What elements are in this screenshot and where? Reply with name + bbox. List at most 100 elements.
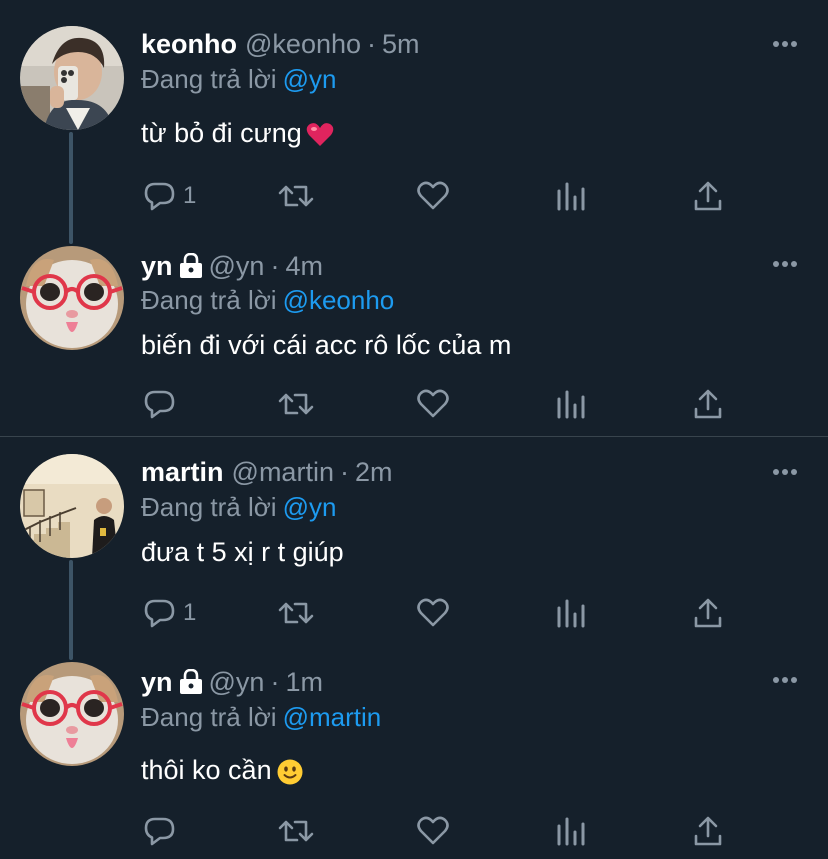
share-button[interactable] — [691, 176, 725, 216]
reply-count: 1 — [183, 182, 197, 209]
reply-button[interactable]: 1 — [143, 593, 196, 633]
slight-smile-emoji — [277, 759, 303, 785]
like-button[interactable] — [416, 593, 450, 633]
mention-link[interactable]: @yn — [283, 492, 337, 522]
user-handle[interactable]: @yn — [209, 667, 265, 698]
share-icon — [694, 389, 722, 419]
share-button[interactable] — [691, 384, 725, 424]
reply-button[interactable] — [143, 384, 183, 424]
tweet-header: yn @yn · 1m — [141, 662, 323, 702]
analytics-button[interactable] — [554, 384, 588, 424]
reply-icon — [144, 390, 175, 419]
analytics-button[interactable] — [554, 811, 588, 851]
share-icon — [694, 598, 722, 628]
like-icon — [417, 181, 449, 210]
tweet[interactable]: keonho @keonho · 5m Đang trả lời @yn từ b… — [0, 0, 828, 230]
retweet-icon — [278, 185, 314, 207]
reply-icon — [144, 817, 175, 846]
display-name[interactable]: martin — [141, 457, 224, 488]
avatar[interactable] — [20, 662, 124, 766]
like-button[interactable] — [416, 176, 450, 216]
tweet-actions: 1 — [141, 593, 741, 633]
replying-label: Đang trả lời — [141, 492, 277, 522]
reply-count: 1 — [183, 599, 197, 626]
tweet-actions: 1 — [141, 176, 741, 216]
more-icon[interactable] — [772, 468, 798, 476]
retweet-button[interactable] — [277, 176, 315, 216]
more-icon[interactable] — [772, 260, 798, 268]
tweet[interactable]: yn @yn · 4m Đang trả lời @keonho biến đi … — [0, 230, 828, 436]
tweet-header: martin @martin · 2m — [141, 452, 392, 492]
cat-with-glasses-avatar — [20, 246, 124, 350]
replying-label: Đang trả lời — [141, 285, 277, 315]
like-button[interactable] — [416, 811, 450, 851]
avatar[interactable] — [20, 246, 124, 350]
display-name[interactable]: keonho — [141, 29, 237, 60]
replying-label: Đang trả lời — [141, 64, 277, 94]
separator: · — [270, 250, 280, 281]
display-name[interactable]: yn — [141, 251, 173, 282]
lock-icon — [179, 253, 202, 278]
user-handle[interactable]: @martin — [232, 457, 334, 488]
separator: · — [270, 666, 280, 697]
tweet-header: yn @yn · 4m — [141, 246, 323, 286]
cat-with-glasses-avatar — [20, 662, 124, 766]
replying-to: Đang trả lời @yn — [141, 492, 336, 523]
tweet-text: đưa t 5 xị r t giúp — [141, 537, 344, 568]
tweet-thread: keonho @keonho · 5m Đang trả lời @yn từ b… — [0, 0, 828, 859]
retweet-icon — [278, 393, 314, 415]
tweet-header: keonho @keonho · 5m — [141, 24, 420, 64]
analytics-icon — [557, 182, 585, 211]
separator: · — [339, 456, 349, 487]
more-icon[interactable] — [772, 676, 798, 684]
reply-button[interactable] — [143, 811, 183, 851]
avatar[interactable] — [20, 26, 124, 130]
retweet-icon — [278, 820, 314, 842]
share-button[interactable] — [691, 811, 725, 851]
avatar[interactable] — [20, 454, 124, 558]
tweet[interactable]: martin @martin · 2m Đang trả lời @yn đưa … — [0, 437, 828, 647]
user-handle[interactable]: @yn — [209, 251, 265, 282]
person-on-stairs-avatar — [20, 454, 124, 558]
heart-emoji — [306, 122, 334, 146]
analytics-icon — [557, 599, 585, 628]
lock-icon — [179, 669, 202, 694]
mention-link[interactable]: @yn — [283, 64, 337, 94]
share-button[interactable] — [691, 593, 725, 633]
analytics-button[interactable] — [554, 176, 588, 216]
reply-icon — [144, 182, 175, 211]
analytics-icon — [557, 390, 585, 419]
replying-to: Đang trả lời @keonho — [141, 285, 394, 316]
tweet-text-content: biến đi với cái acc rô lốc của m — [141, 330, 512, 360]
timestamp[interactable]: 2m — [355, 457, 393, 488]
like-icon — [417, 389, 449, 418]
replying-to: Đang trả lời @martin — [141, 702, 381, 733]
tweet-text-content: đưa t 5 xị r t giúp — [141, 537, 344, 567]
retweet-button[interactable] — [277, 593, 315, 633]
tweet-actions — [141, 384, 741, 424]
mention-link[interactable]: @martin — [283, 702, 382, 732]
analytics-icon — [557, 817, 585, 846]
timestamp[interactable]: 1m — [285, 667, 323, 698]
separator: · — [367, 28, 377, 59]
tweet-actions — [141, 811, 741, 851]
reply-button[interactable]: 1 — [143, 176, 196, 216]
tweet-text-content: từ bỏ đi cưng — [141, 118, 302, 148]
replying-label: Đang trả lời — [141, 702, 277, 732]
like-button[interactable] — [416, 384, 450, 424]
tweet-text: thôi ko cần — [141, 755, 304, 786]
timestamp[interactable]: 5m — [382, 29, 420, 60]
more-icon[interactable] — [772, 40, 798, 48]
display-name[interactable]: yn — [141, 667, 173, 698]
mention-link[interactable]: @keonho — [283, 285, 395, 315]
analytics-button[interactable] — [554, 593, 588, 633]
retweet-button[interactable] — [277, 811, 315, 851]
replying-to: Đang trả lời @yn — [141, 64, 336, 95]
tweet-text: từ bỏ đi cưng — [141, 118, 334, 149]
timestamp[interactable]: 4m — [285, 251, 323, 282]
reply-icon — [144, 599, 175, 628]
share-icon — [694, 181, 722, 211]
retweet-button[interactable] — [277, 384, 315, 424]
tweet[interactable]: yn @yn · 1m Đang trả lời @martin thôi ko … — [0, 647, 828, 859]
user-handle[interactable]: @keonho — [245, 29, 361, 60]
